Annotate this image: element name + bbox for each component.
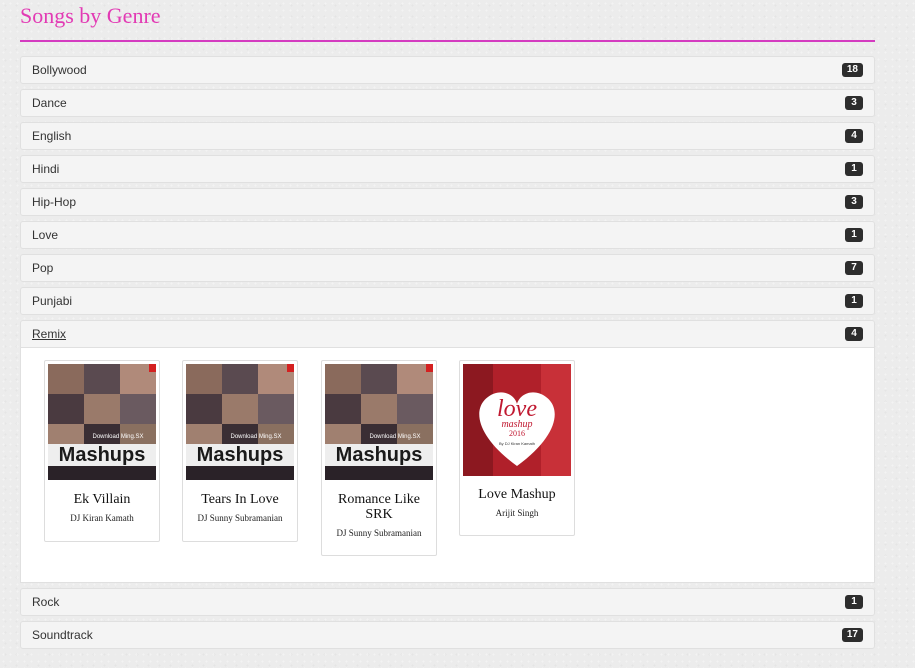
count-badge: 1 (845, 294, 863, 308)
album-art[interactable]: Mashups Download Ming.SX (48, 364, 156, 480)
genre-label[interactable]: Punjabi (32, 294, 72, 308)
count-badge: 1 (845, 595, 863, 609)
count-badge: 3 (845, 96, 863, 110)
song-card[interactable]: Mashups Download Ming.SX Ek Villain DJ K… (44, 360, 160, 542)
svg-text:Mashups: Mashups (336, 444, 423, 466)
genre-label[interactable]: Dance (32, 96, 67, 110)
genre-row-bollywood[interactable]: Bollywood 18 (20, 56, 875, 84)
love-mashup-cover-image: love mashup 2016 By DJ Kiran Kamath (463, 364, 571, 476)
song-title[interactable]: Ek Villain (45, 492, 159, 507)
song-artist: DJ Kiran Kamath (70, 513, 134, 523)
svg-text:Download Ming.SX: Download Ming.SX (92, 434, 143, 440)
count-badge: 1 (845, 228, 863, 242)
song-artist: DJ Sunny Subramanian (336, 528, 422, 538)
genre-label[interactable]: Love (32, 228, 58, 242)
genre-label[interactable]: Hindi (32, 162, 59, 176)
genre-label[interactable]: Pop (32, 261, 53, 275)
song-card[interactable]: Mashups Download Ming.SX Romance Like SR… (321, 360, 437, 556)
genre-row-dance[interactable]: Dance 3 (20, 89, 875, 117)
mashups-cover-image: Mashups Download Ming.SX (325, 364, 433, 480)
genre-row-hip-hop[interactable]: Hip-Hop 3 (20, 188, 875, 216)
genre-label[interactable]: Remix (32, 327, 66, 341)
genre-row-love[interactable]: Love 1 (20, 221, 875, 249)
page-title: Songs by Genre (20, 0, 875, 42)
album-art[interactable]: love mashup 2016 By DJ Kiran Kamath (463, 364, 571, 476)
song-artist: Arijit Singh (495, 508, 539, 518)
svg-text:Mashups: Mashups (197, 444, 284, 466)
mashups-cover-image: Mashups Download Ming.SX (186, 364, 294, 480)
remix-panel: Mashups Download Ming.SX Ek Villain DJ K… (20, 348, 875, 583)
song-title[interactable]: Romance Like SRK (322, 492, 436, 522)
genre-row-rock[interactable]: Rock 1 (20, 588, 875, 616)
song-title[interactable]: Love Mashup (460, 487, 574, 502)
svg-text:Download Ming.SX: Download Ming.SX (369, 434, 420, 440)
genre-row-pop[interactable]: Pop 7 (20, 254, 875, 282)
genre-label[interactable]: Rock (32, 595, 59, 609)
svg-text:Download Ming.SX: Download Ming.SX (230, 434, 281, 440)
song-title[interactable]: Tears In Love (183, 492, 297, 507)
genre-row-soundtrack[interactable]: Soundtrack 17 (20, 621, 875, 649)
song-artist: DJ Sunny Subramanian (197, 513, 283, 523)
mashups-cover-image: Mashups Download Ming.SX (48, 364, 156, 480)
count-badge: 1 (845, 162, 863, 176)
count-badge: 3 (845, 195, 863, 209)
genre-row-english[interactable]: English 4 (20, 122, 875, 150)
genre-label[interactable]: Hip-Hop (32, 195, 76, 209)
page-container: Songs by Genre Bollywood 18 Dance 3 Engl… (20, 0, 875, 654)
count-badge: 7 (845, 261, 863, 275)
genre-row-hindi[interactable]: Hindi 1 (20, 155, 875, 183)
svg-text:2016: 2016 (509, 429, 525, 438)
genre-row-remix[interactable]: Remix 4 (20, 320, 875, 348)
count-badge: 4 (845, 327, 863, 341)
genre-label[interactable]: English (32, 129, 71, 143)
svg-text:By DJ Kiran Kamath: By DJ Kiran Kamath (499, 441, 535, 446)
album-art[interactable]: Mashups Download Ming.SX (325, 364, 433, 480)
song-card[interactable]: love mashup 2016 By DJ Kiran Kamath Love… (459, 360, 575, 536)
genre-accordion: Bollywood 18 Dance 3 English 4 Hindi 1 H… (20, 56, 875, 649)
genre-label[interactable]: Soundtrack (32, 628, 93, 642)
genre-row-punjabi[interactable]: Punjabi 1 (20, 287, 875, 315)
count-badge: 4 (845, 129, 863, 143)
count-badge: 17 (841, 628, 863, 642)
genre-label[interactable]: Bollywood (32, 63, 87, 77)
count-badge: 18 (841, 63, 863, 77)
svg-text:Mashups: Mashups (59, 444, 146, 466)
song-card[interactable]: Mashups Download Ming.SX Tears In Love D… (182, 360, 298, 542)
album-art[interactable]: Mashups Download Ming.SX (186, 364, 294, 480)
